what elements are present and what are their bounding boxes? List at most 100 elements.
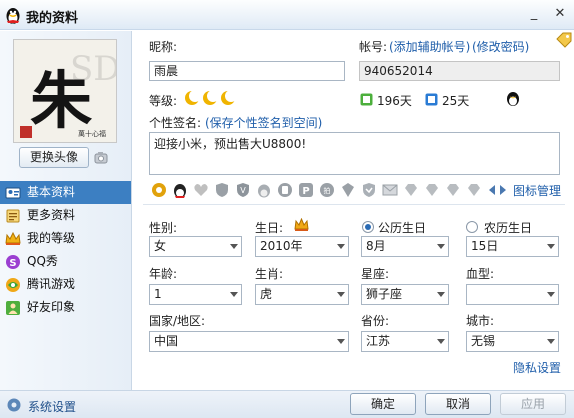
qq-level-penguin-icon[interactable] <box>504 89 522 107</box>
avatar-char: 朱 <box>30 64 93 137</box>
gender-label: 性别: <box>149 221 178 235</box>
svg-text:V: V <box>240 186 246 195</box>
close-button[interactable]: ✕ <box>549 4 571 24</box>
document-icon <box>6 209 20 223</box>
city-select[interactable]: 无锡 <box>466 331 559 352</box>
minimize-button[interactable]: _ <box>523 4 545 24</box>
mobile-qq-icon[interactable] <box>277 182 293 198</box>
nav-label: 腾讯游戏 <box>27 277 76 291</box>
country-value: 中国 <box>154 334 179 348</box>
age-select[interactable]: 1 <box>149 284 242 305</box>
nav-label: QQ秀 <box>27 254 58 268</box>
shield-gray-icon[interactable] <box>361 182 377 198</box>
lunar-birthday-radio[interactable] <box>466 221 478 233</box>
qzone-icon[interactable] <box>151 182 167 198</box>
active-days-icon <box>360 93 373 106</box>
svg-text:S: S <box>9 258 16 269</box>
friend-impression-icon <box>6 301 20 315</box>
settings-icon[interactable] <box>6 397 22 413</box>
zodiac-value: 虎 <box>260 287 273 301</box>
constellation-label: 星座: <box>361 267 390 281</box>
penguin-vip-icon[interactable] <box>172 182 188 198</box>
gender-select[interactable]: 女 <box>149 236 242 257</box>
nav-item-my-level[interactable]: 我的等级 <box>0 227 131 250</box>
solar-birthday-radio[interactable] <box>362 221 374 233</box>
camera-icon[interactable] <box>93 149 109 165</box>
city-label: 城市: <box>466 314 495 328</box>
paipai-icon[interactable]: P <box>298 182 314 198</box>
nav-item-more-info[interactable]: 更多资料 <box>0 204 131 227</box>
nav-label: 更多资料 <box>27 208 76 222</box>
change-avatar-button[interactable]: 更换头像 <box>19 147 89 168</box>
tag-icon[interactable] <box>555 31 573 49</box>
nickname-label: 昵称: <box>149 40 178 54</box>
birth-month-value: 8月 <box>366 239 386 253</box>
nav-label: 我的等级 <box>27 231 76 245</box>
lunar-birthday-label: 农历生日 <box>484 221 533 235</box>
active-days: 196天 <box>377 94 412 108</box>
scroll-right-icon[interactable] <box>494 182 510 198</box>
upgrade-days-icon <box>425 93 438 106</box>
shield-icon[interactable] <box>214 182 230 198</box>
divider <box>143 204 565 205</box>
privacy-settings-link[interactable]: 隐私设置 <box>513 359 561 376</box>
birthday-crown-icon <box>294 218 309 231</box>
badge-v-icon[interactable]: V <box>235 182 251 198</box>
change-password-link[interactable]: (修改密码) <box>472 38 529 55</box>
system-settings-link[interactable]: 系统设置 <box>28 398 76 415</box>
gem-icon-3[interactable] <box>445 182 461 198</box>
gem-icon-4[interactable] <box>466 182 482 198</box>
qq-penguin-icon <box>6 8 20 24</box>
gem-icon[interactable] <box>403 182 419 198</box>
signature-label: 个性签名: <box>149 116 202 130</box>
svg-text:P: P <box>302 186 309 197</box>
nickname-input[interactable]: 雨晨 <box>149 61 345 81</box>
birth-day-value: 15日 <box>471 239 499 253</box>
bottom-bar: 系统设置 确定 取消 应用 <box>0 390 574 418</box>
age-value: 1 <box>154 287 162 301</box>
nav-item-qq-show[interactable]: S QQ秀 <box>0 250 131 273</box>
add-account-link[interactable]: (添加辅助帐号) <box>389 38 470 55</box>
qq-show-icon: S <box>6 255 20 269</box>
zodiac-select[interactable]: 虎 <box>255 284 349 305</box>
blood-type-label: 血型: <box>466 267 495 281</box>
province-select[interactable]: 江苏 <box>361 331 449 352</box>
age-label: 年龄: <box>149 267 178 281</box>
save-signature-link[interactable]: (保存个性签名到空间) <box>205 114 322 131</box>
cancel-button[interactable]: 取消 <box>425 393 491 415</box>
main-panel: 昵称: 雨晨 帐号: (添加辅助帐号) (修改密码) 940652014 等级:… <box>133 31 574 390</box>
country-select[interactable]: 中国 <box>149 331 349 352</box>
diamond-icon[interactable] <box>340 182 356 198</box>
nav-item-friend-impression[interactable]: 好友印象 <box>0 296 131 319</box>
gem-icon-2[interactable] <box>424 182 440 198</box>
constellation-select[interactable]: 狮子座 <box>361 284 449 305</box>
zodiac-label: 生肖: <box>255 267 284 281</box>
nav-item-basic-info[interactable]: 基本资料 <box>0 181 131 204</box>
city-value: 无锡 <box>471 334 496 348</box>
apply-button[interactable]: 应用 <box>500 393 566 415</box>
birth-month-select[interactable]: 8月 <box>361 236 449 257</box>
birthday-label: 生日: <box>255 221 284 235</box>
envelope-icon[interactable] <box>382 182 398 198</box>
mail-icon[interactable]: 拍 <box>319 182 335 198</box>
constellation-value: 狮子座 <box>366 287 403 301</box>
blood-type-select[interactable] <box>466 284 559 305</box>
icon-manage-link[interactable]: 图标管理 <box>513 182 561 199</box>
game-icon <box>6 278 20 292</box>
province-value: 江苏 <box>366 334 391 348</box>
birth-day-select[interactable]: 15日 <box>466 236 559 257</box>
level-moons[interactable] <box>183 89 243 107</box>
gender-value: 女 <box>154 239 167 253</box>
user-card-icon <box>5 187 21 199</box>
signature-input[interactable]: 迎接小米，预出售大U8800! <box>149 132 560 175</box>
penguin-icon[interactable] <box>256 182 272 198</box>
nav-item-tencent-games[interactable]: 腾讯游戏 <box>0 273 131 296</box>
left-panel: SD 朱 萬十心福 更换头像 基本资料 更多资料 我的等级 S QQ秀 腾讯游戏… <box>0 31 132 390</box>
moon-icon <box>203 90 219 105</box>
heart-icon[interactable] <box>193 182 209 198</box>
birth-year-select[interactable]: 2010年 <box>255 236 349 257</box>
level-label: 等级: <box>149 94 178 108</box>
province-label: 省份: <box>361 314 390 328</box>
ok-button[interactable]: 确定 <box>350 393 416 415</box>
account-label: 帐号: <box>359 40 388 54</box>
